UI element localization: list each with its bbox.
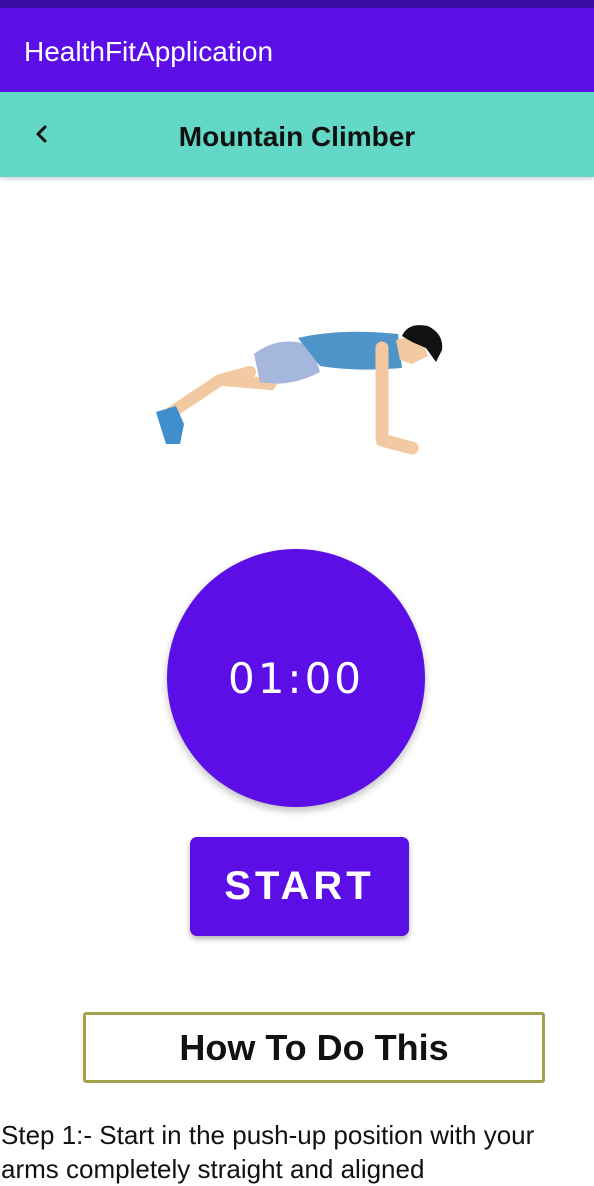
exercise-title: Mountain Climber xyxy=(178,121,416,152)
mountain-climber-illustration xyxy=(156,325,443,455)
how-to-title: How To Do This xyxy=(179,1027,449,1068)
timer-circle: 01:00 xyxy=(167,549,425,807)
start-button[interactable]: START xyxy=(190,837,409,936)
app-bar: HealthFitApplication xyxy=(0,8,594,92)
how-to-box: How To Do This xyxy=(83,1012,545,1083)
instructions-text: Step 1:- Start in the push-up position w… xyxy=(1,1120,535,1184)
exercise-toolbar: Mountain Climber xyxy=(0,92,594,177)
status-bar xyxy=(0,0,594,8)
app-title: HealthFitApplication xyxy=(24,36,274,67)
timer-display: 01:00 xyxy=(227,654,365,703)
